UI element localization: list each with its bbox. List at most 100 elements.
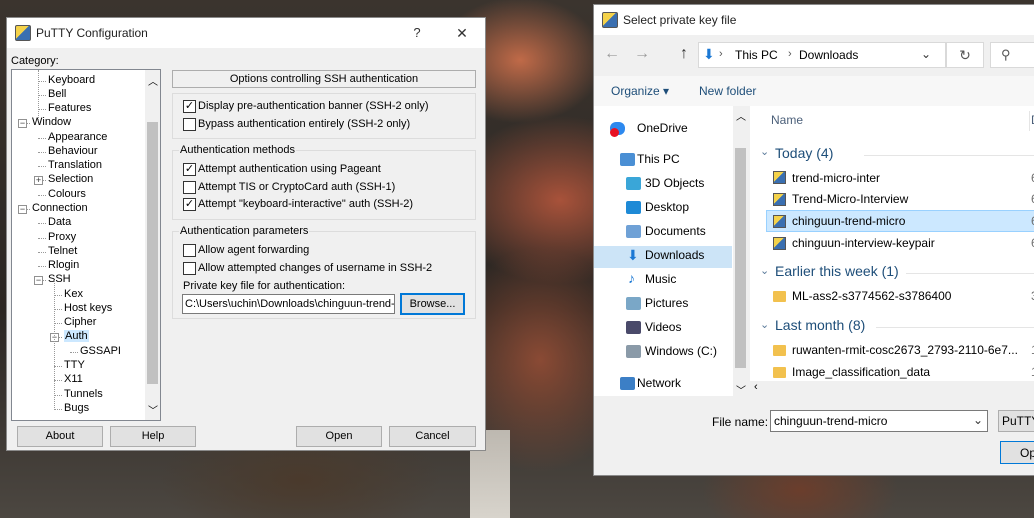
group-header-earlier-this-week[interactable]: Earlier this week (1) [775,263,899,279]
filename-dropdown-icon[interactable]: ⌄ [973,413,983,427]
folder-item[interactable]: Image_classification_data [792,365,930,379]
tree-connector [38,70,39,120]
tree-item-behaviour[interactable]: Behaviour [48,145,98,157]
group-chevron-icon[interactable]: ⌄ [760,145,769,158]
checkbox-pageant[interactable]: ✓ [183,163,196,176]
checkbox-bypass-auth[interactable] [183,118,196,131]
nav-this-pc[interactable]: This PC [637,152,680,166]
scroll-down-icon[interactable]: ﹀ [148,402,158,417]
tree-item-tty[interactable]: TTY [64,359,85,371]
search-box[interactable]: ⚲ [990,42,1034,68]
tree-item-cipher[interactable]: Cipher [64,316,96,328]
category-tree[interactable]: ︿ ﹀ Keyboard Bell Features Window − Appearanc… [11,69,161,421]
help-button[interactable]: Help [110,426,196,447]
tree-scroll-thumb[interactable] [147,122,158,384]
nav-pictures[interactable]: Pictures [645,296,688,310]
tree-item-selection[interactable]: Selection [48,173,93,185]
tree-item-kex[interactable]: Kex [64,288,83,300]
tree-connector [54,323,62,324]
search-icon: ⚲ [1001,47,1011,62]
open-file-button[interactable]: Op [1000,441,1034,464]
group-chevron-icon[interactable]: ⌄ [760,318,769,331]
about-button[interactable]: About [17,426,103,447]
tree-item-translation[interactable]: Translation [48,159,102,171]
tree-item-tunnels[interactable]: Tunnels [64,388,103,400]
network-icon [620,377,635,390]
tree-item-bell[interactable]: Bell [48,88,66,100]
organize-menu[interactable]: Organize ▾ [611,84,669,98]
nav-scroll-up-icon[interactable]: ︿ [736,108,746,123]
file-dialog-titlebar: Select private key file [594,5,1034,35]
tree-item-appearance[interactable]: Appearance [48,131,107,143]
checkbox-username-changes[interactable] [183,262,196,275]
file-list-hscrollbar[interactable]: ‹ [750,381,1034,396]
group-header-today[interactable]: Today (4) [775,145,833,161]
folder-icon [773,291,786,302]
refresh-icon[interactable]: ↻ [946,42,984,68]
file-item[interactable]: chinguun-interview-keypair [792,236,935,250]
filename-input[interactable]: chinguun-trend-micro ⌄ [770,410,988,432]
back-arrow-icon[interactable]: ← [604,45,620,63]
nav-documents[interactable]: Documents [645,224,706,238]
cancel-button[interactable]: Cancel [389,426,476,447]
methods-title: Authentication methods [179,144,296,156]
open-button[interactable]: Open [296,426,382,447]
file-item[interactable]: trend-micro-inter [792,171,880,185]
filetype-select[interactable]: PuTTY [998,410,1034,432]
checkbox-keyboard-interactive[interactable]: ✓ [183,198,196,211]
nav-music[interactable]: Music [645,272,676,286]
nav-network[interactable]: Network [637,376,681,390]
tree-item-keyboard[interactable]: Keyboard [48,74,95,86]
checkbox-tis[interactable] [183,181,196,194]
hscroll-left-icon[interactable]: ‹ [754,381,758,393]
folder-item[interactable]: ruwanten-rmit-cosc2673_2793-2110-6e7... [792,343,1018,357]
file-item[interactable]: Trend-Micro-Interview [792,192,908,206]
tree-item-telnet[interactable]: Telnet [48,245,77,257]
tree-item-auth[interactable]: Auth [64,330,89,342]
tree-scrollbar[interactable]: ︿ ﹀ [145,70,160,420]
collapse-icon[interactable]: − [18,205,27,214]
tree-item-ssh[interactable]: SSH [48,273,71,285]
checkbox-agent-forwarding[interactable] [183,244,196,257]
collapse-icon[interactable]: − [18,119,27,128]
file-item-selected[interactable]: chinguun-trend-micro [792,214,905,228]
scroll-up-icon[interactable]: ︿ [148,73,158,88]
tree-item-proxy[interactable]: Proxy [48,231,76,243]
collapse-icon[interactable]: − [34,276,43,285]
nav-videos[interactable]: Videos [645,320,681,334]
address-dropdown-icon[interactable]: ⌄ [921,47,931,61]
expand-icon[interactable]: + [34,176,43,185]
tree-item-host-keys[interactable]: Host keys [64,302,112,314]
nav-scroll-thumb[interactable] [735,148,746,368]
group-header-last-month[interactable]: Last month (8) [775,317,865,333]
tree-item-features[interactable]: Features [48,102,91,114]
nav-onedrive[interactable]: OneDrive [637,121,688,135]
help-title-button[interactable]: ? [402,25,432,40]
address-bar[interactable]: ⬇ › This PC › Downloads ⌄ [698,42,946,68]
nav-downloads[interactable]: Downloads [645,248,704,262]
breadcrumb-downloads[interactable]: Downloads [799,48,858,62]
nav-3d-objects[interactable]: 3D Objects [645,176,704,190]
keyfile-input[interactable]: C:\Users\uchin\Downloads\chinguun-trend-… [182,294,395,314]
checkbox-display-banner[interactable]: ✓ [183,100,196,113]
tree-item-bugs[interactable]: Bugs [64,402,89,414]
browse-button[interactable]: Browse... [400,293,465,315]
breadcrumb-this-pc[interactable]: This PC [735,48,778,62]
tree-item-colours[interactable]: Colours [48,188,86,200]
up-arrow-icon[interactable]: ↑ [680,45,688,63]
group-chevron-icon[interactable]: ⌄ [760,264,769,277]
new-folder-button[interactable]: New folder [699,84,756,98]
forward-arrow-icon[interactable]: → [634,45,650,63]
nav-windows-c[interactable]: Windows (C:) [645,344,717,358]
folder-item[interactable]: ML-ass2-s3774562-s3786400 [792,289,951,303]
tree-item-gssapi[interactable]: GSSAPI [80,345,121,357]
tree-item-x11[interactable]: X11 [64,373,83,385]
tree-item-rlogin[interactable]: Rlogin [48,259,79,271]
tree-item-connection[interactable]: Connection [32,202,88,214]
nav-desktop[interactable]: Desktop [645,200,689,214]
column-header-name[interactable]: Name [771,113,803,127]
nav-scrollbar[interactable]: ︿ ﹀ [733,106,748,397]
tree-item-data[interactable]: Data [48,216,71,228]
nav-scroll-down-icon[interactable]: ﹀ [736,382,746,397]
close-icon[interactable]: ✕ [447,25,477,42]
